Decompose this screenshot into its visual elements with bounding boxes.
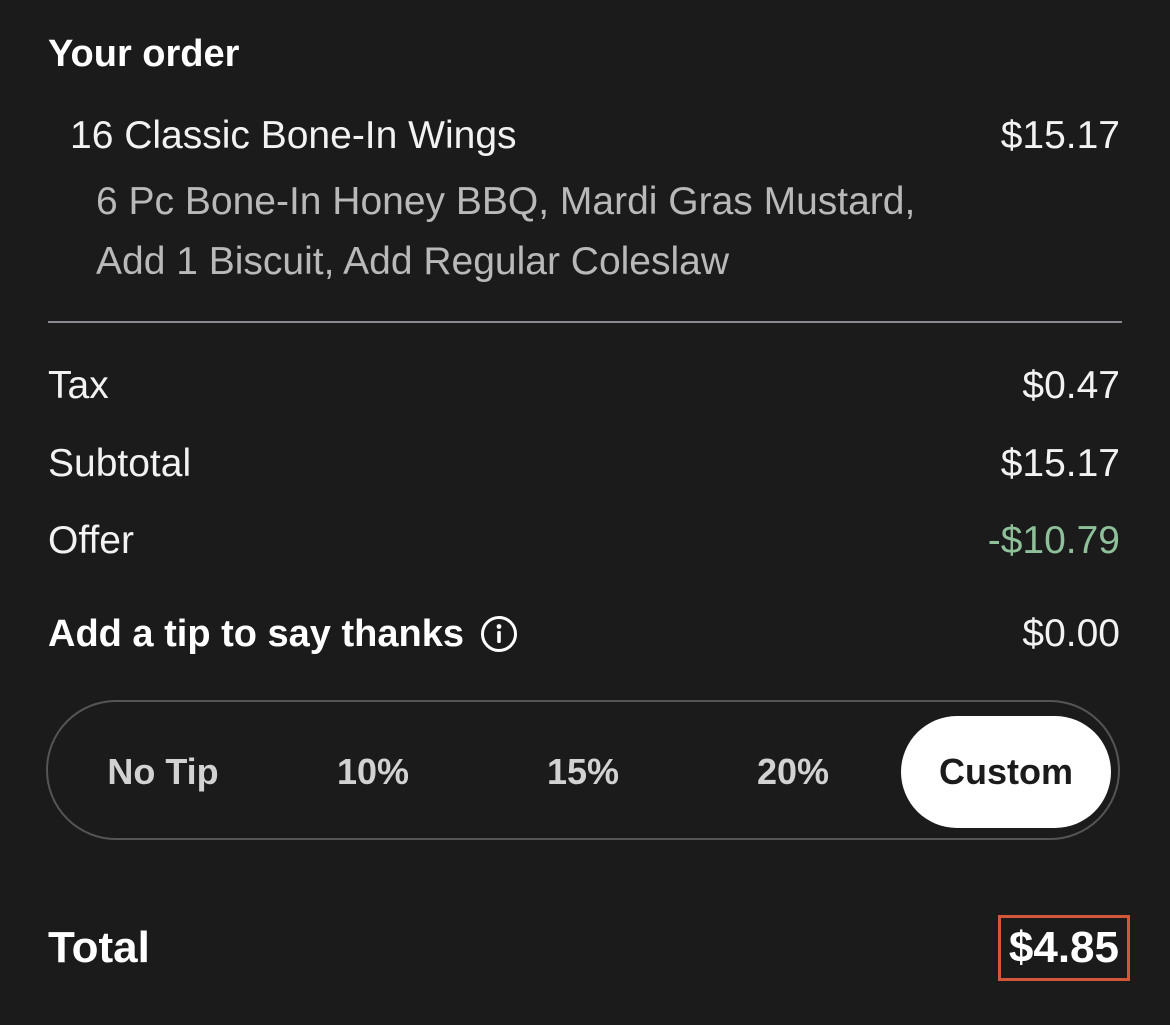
section-divider xyxy=(48,321,1122,323)
info-icon[interactable] xyxy=(480,615,518,653)
modifiers-line-1: 6 Pc Bone-In Honey BBQ, Mardi Gras Musta… xyxy=(96,180,916,223)
tip-option-custom[interactable]: Custom xyxy=(901,716,1111,828)
order-item-modifiers: 6 Pc Bone-In Honey BBQ, Mardi Gras Musta… xyxy=(96,172,915,292)
tax-label: Tax xyxy=(48,364,109,407)
order-section-title: Your order xyxy=(48,33,240,75)
tip-option-20[interactable]: 20% xyxy=(688,716,898,828)
tip-selector: No Tip 10% 15% 20% Custom xyxy=(46,700,1120,840)
subtotal-label: Subtotal xyxy=(48,442,192,485)
tip-option-15[interactable]: 15% xyxy=(478,716,688,828)
tip-option-no-tip[interactable]: No Tip xyxy=(58,716,268,828)
offer-label: Offer xyxy=(48,519,134,562)
tip-option-10[interactable]: 10% xyxy=(268,716,478,828)
total-value: $4.85 xyxy=(997,915,1130,981)
tip-label-row: Add a tip to say thanks xyxy=(48,608,518,660)
subtotal-value: $15.17 xyxy=(1000,442,1120,485)
tip-label: Add a tip to say thanks xyxy=(48,613,464,655)
tip-value: $0.00 xyxy=(1022,612,1120,655)
total-label: Total xyxy=(48,923,150,972)
order-item-price: $15.17 xyxy=(1000,114,1120,157)
tax-value: $0.47 xyxy=(1022,364,1120,407)
offer-value: -$10.79 xyxy=(987,519,1120,562)
modifiers-line-2: Add 1 Biscuit, Add Regular Coleslaw xyxy=(96,240,730,283)
order-item-name: 16 Classic Bone-In Wings xyxy=(70,114,517,157)
